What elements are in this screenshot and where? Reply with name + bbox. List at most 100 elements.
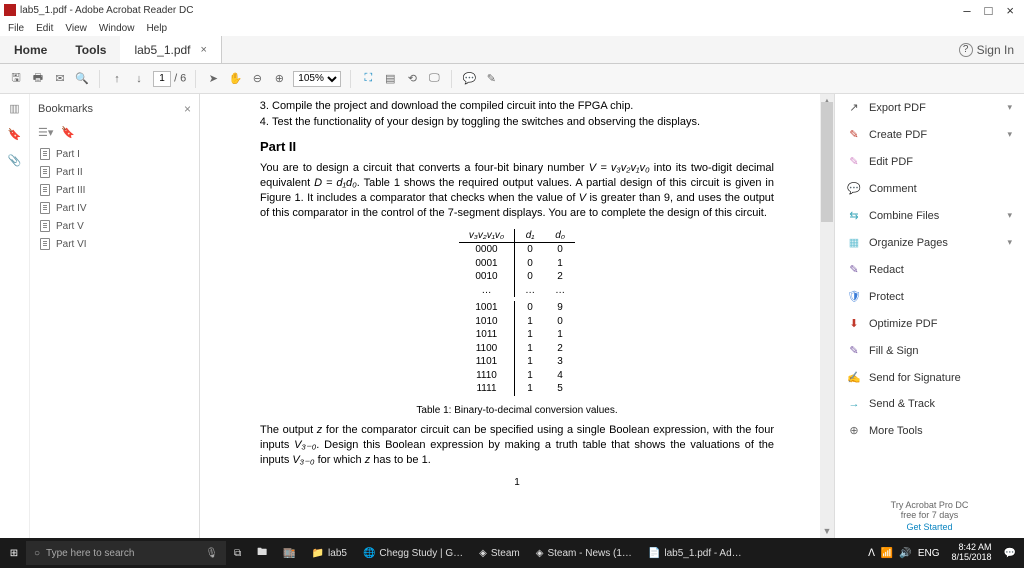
tool-export-pdf[interactable]: ↗Export PDF▾ [835, 94, 1024, 121]
bookmark-icon[interactable]: 🔖 [7, 126, 23, 142]
clock[interactable]: 8:42 AM8/15/2018 [946, 543, 998, 563]
mail-icon[interactable]: ✉ [52, 71, 68, 87]
tool-more-tools[interactable]: ⊕More Tools [835, 417, 1024, 444]
thumbnails-icon[interactable]: ▥ [7, 100, 23, 116]
close-button[interactable]: × [1006, 3, 1014, 18]
tab-tools[interactable]: Tools [61, 36, 120, 63]
wifi-icon[interactable]: 📶 [881, 548, 893, 559]
tray-chevron-icon[interactable]: ᐱ [868, 548, 875, 559]
search-icon[interactable]: 🔍 [74, 71, 90, 87]
print-icon[interactable]: 🖶 [30, 71, 46, 87]
page-icon [40, 184, 50, 196]
system-tray[interactable]: ᐱ 📶 🔊 ENG 8:42 AM8/15/2018 💬 [868, 543, 1020, 563]
minimize-button[interactable]: – [963, 3, 970, 18]
taskbar-item[interactable]: 📄 lab5_1.pdf - Ad… [640, 541, 750, 565]
bookmark-item[interactable]: Part I [38, 145, 193, 163]
tool-combine-files[interactable]: ⇆Combine Files▾ [835, 202, 1024, 229]
tool-protect[interactable]: 🛡Protect [835, 283, 1024, 310]
bookmark-item[interactable]: Part III [38, 181, 193, 199]
tool-icon: ✍ [847, 371, 861, 384]
bookmark-item[interactable]: Part V [38, 217, 193, 235]
taskbar-item[interactable]: ◈ Steam - News (1… [528, 541, 640, 565]
page-input[interactable] [153, 71, 171, 87]
bookmark-item[interactable]: Part II [38, 163, 193, 181]
fit-page-icon[interactable]: ▤ [382, 71, 398, 87]
sign-in-link[interactable]: ? Sign In [949, 36, 1024, 63]
scroll-thumb[interactable] [821, 102, 833, 222]
list-item: Compile the project and download the com… [272, 99, 774, 114]
tool-icon: ✎ [847, 128, 861, 141]
zoom-select[interactable]: 105% [293, 71, 341, 87]
document-viewport[interactable]: Compile the project and download the com… [200, 94, 834, 538]
table-row: 101010 [459, 315, 575, 329]
pointer-icon[interactable]: ➤ [205, 71, 221, 87]
left-panel: ▥ 🔖 📎 Bookmarks × ☰▾ 🔖 Part I Part II Pa… [0, 94, 200, 538]
scroll-down-icon[interactable]: ▼ [820, 524, 834, 538]
tool-organize-pages[interactable]: ▦Organize Pages▾ [835, 229, 1024, 256]
zoom-in-icon[interactable]: ⊕ [271, 71, 287, 87]
rotate-icon[interactable]: ⟲ [404, 71, 420, 87]
menu-file[interactable]: File [8, 23, 24, 34]
page-up-icon[interactable]: ↑ [109, 71, 125, 87]
volume-icon[interactable]: 🔊 [899, 548, 911, 559]
tool-label: Send for Signature [869, 372, 961, 384]
taskbar-item[interactable]: 🌐 Chegg Study | G… [355, 541, 471, 565]
taskbar-item[interactable]: 📁 lab5 [304, 541, 355, 565]
tool-send-track[interactable]: →Send & Track [835, 391, 1024, 417]
page-down-icon[interactable]: ↓ [131, 71, 147, 87]
section-heading: Part II [260, 138, 774, 156]
menu-view[interactable]: View [65, 23, 87, 34]
tool-label: Send & Track [869, 398, 935, 410]
tool-create-pdf[interactable]: ✎Create PDF▾ [835, 121, 1024, 148]
tool-edit-pdf[interactable]: ✎Edit PDF [835, 148, 1024, 175]
tool-optimize-pdf[interactable]: ⬇Optimize PDF [835, 310, 1024, 337]
toolbar: 🖫 🖶 ✉ 🔍 ↑ ↓ / 6 ➤ ✋ ⊖ ⊕ 105% ⛶ ▤ ⟲ 🖵 💬 ✎ [0, 64, 1024, 94]
find-bookmark-icon[interactable]: 🔖 [61, 126, 75, 139]
bookmarks-options-icon[interactable]: ☰▾ [38, 126, 53, 139]
close-tab-icon[interactable]: × [201, 44, 207, 56]
notifications-icon[interactable]: 💬 [1004, 548, 1016, 559]
paragraph: You are to design a circuit that convert… [260, 161, 774, 220]
taskbar-item[interactable]: ◈ Steam [471, 541, 528, 565]
page-icon [40, 202, 50, 214]
start-button[interactable]: ⊞ [4, 548, 24, 559]
tool-redact[interactable]: ✎Redact [835, 256, 1024, 283]
bookmark-item[interactable]: Part IV [38, 199, 193, 217]
menu-edit[interactable]: Edit [36, 23, 53, 34]
tool-fill-sign[interactable]: ✎Fill & Sign [835, 337, 1024, 364]
scrollbar[interactable]: ▲ ▼ [820, 94, 834, 538]
fit-width-icon[interactable]: ⛶ [360, 71, 376, 87]
tool-comment[interactable]: 💬Comment [835, 175, 1024, 202]
sign-icon[interactable]: ✎ [483, 71, 499, 87]
tool-send-for-signature[interactable]: ✍ Send for Signature [835, 364, 1024, 391]
zoom-out-icon[interactable]: ⊖ [249, 71, 265, 87]
taskbar-item[interactable]: 🏬 [275, 541, 303, 565]
chevron-down-icon: ▾ [1007, 102, 1012, 113]
close-panel-icon[interactable]: × [184, 102, 191, 116]
taskbar: ⊞ ○ Type here to search 🎙 ⧉ 🖿 🏬 📁 lab5 🌐… [0, 538, 1024, 568]
page-number: 1 [260, 476, 774, 490]
attachment-icon[interactable]: 📎 [7, 152, 23, 168]
save-icon[interactable]: 🖫 [8, 71, 24, 87]
taskbar-item[interactable]: 🖿 [249, 541, 275, 565]
tool-label: Edit PDF [869, 156, 913, 168]
tool-icon: 💬 [847, 182, 861, 195]
bookmark-item[interactable]: Part VI [38, 235, 193, 253]
hand-icon[interactable]: ✋ [227, 71, 243, 87]
tool-label: Create PDF [869, 129, 927, 141]
task-view-icon[interactable]: ⧉ [226, 541, 249, 565]
tool-label: Organize Pages [869, 237, 948, 249]
language-indicator[interactable]: ENG [918, 548, 940, 559]
comment-icon[interactable]: 💬 [461, 71, 477, 87]
help-icon[interactable]: ? [959, 43, 973, 57]
mic-icon[interactable]: 🎙 [205, 548, 218, 559]
taskbar-search[interactable]: ○ Type here to search 🎙 [26, 541, 226, 565]
menu-window[interactable]: Window [99, 23, 135, 34]
get-started-link[interactable]: Get Started [841, 522, 1018, 532]
tab-document[interactable]: lab5_1.pdf× [120, 36, 222, 63]
tab-home[interactable]: Home [0, 36, 61, 63]
read-mode-icon[interactable]: 🖵 [426, 71, 442, 87]
menu-help[interactable]: Help [146, 23, 167, 34]
maximize-button[interactable]: □ [985, 3, 993, 18]
tool-label: Fill & Sign [869, 345, 919, 357]
